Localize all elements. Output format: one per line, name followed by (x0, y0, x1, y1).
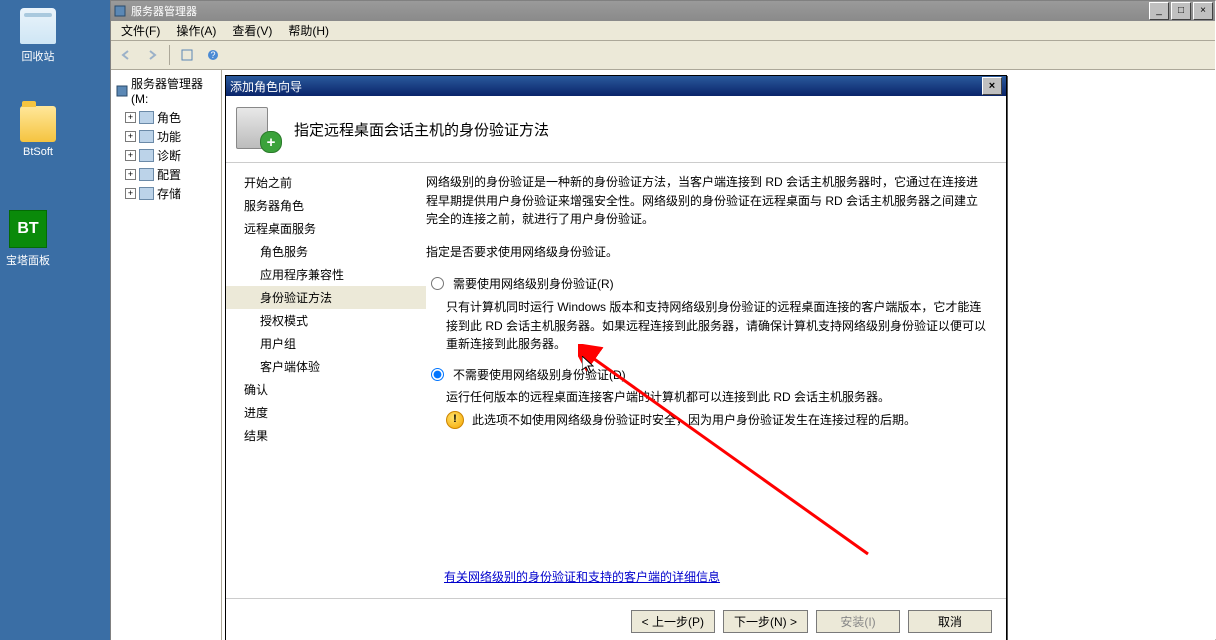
radio-require-nla[interactable] (431, 277, 444, 290)
expand-icon[interactable]: + (125, 131, 136, 142)
folder-icon (20, 106, 56, 142)
server-manager-icon (113, 4, 127, 18)
desktop-icon-btsoft[interactable]: BtSoft (8, 106, 68, 158)
wizard-header-icon: + (236, 107, 280, 151)
nla-info-link[interactable]: 有关网络级别的身份验证和支持的客户端的详细信息 (444, 568, 720, 587)
tree-node-features[interactable]: +功能 (111, 127, 221, 146)
minimize-button[interactable]: _ (1149, 2, 1169, 20)
tree-node-storage[interactable]: +存储 (111, 184, 221, 203)
radio-require-nla-label[interactable]: 需要使用网络级别身份验证(R) (453, 275, 614, 294)
wizard-nav-rds[interactable]: 远程桌面服务 (226, 217, 426, 240)
btpanel-label: 宝塔面板 (0, 252, 58, 268)
node-icon (139, 187, 154, 200)
wizard-install-button: 安装(I) (816, 610, 900, 633)
wizard-cancel-button[interactable]: 取消 (908, 610, 992, 633)
wizard-nav-app-compat[interactable]: 应用程序兼容性 (226, 263, 426, 286)
wizard-nav-before[interactable]: 开始之前 (226, 171, 426, 194)
toolbar-refresh-button[interactable] (175, 43, 199, 67)
tree-root-label: 服务器管理器 (M: (131, 75, 217, 106)
warning-text: 此选项不如使用网络级身份验证时安全，因为用户身份验证发生在连接过程的后期。 (472, 411, 916, 430)
wizard-nav-result[interactable]: 结果 (226, 424, 426, 447)
server-icon (115, 84, 128, 98)
wizard-nav-progress[interactable]: 进度 (226, 401, 426, 424)
radio-no-nla-label[interactable]: 不需要使用网络级别身份验证(D) (453, 366, 626, 385)
tree-node-diagnostics[interactable]: +诊断 (111, 146, 221, 165)
toolbar: ? (111, 41, 1215, 70)
node-icon (139, 130, 154, 143)
menu-view[interactable]: 查看(V) (224, 20, 280, 41)
menu-file[interactable]: 文件(F) (113, 20, 168, 41)
toolbar-back-button[interactable] (114, 43, 138, 67)
recycle-bin-icon (20, 8, 56, 44)
expand-icon[interactable]: + (125, 169, 136, 180)
node-icon (139, 111, 154, 124)
wizard-specify-text: 指定是否要求使用网络级身份验证。 (426, 243, 988, 262)
wizard-nav-client-exp[interactable]: 客户端体验 (226, 355, 426, 378)
maximize-button[interactable]: □ (1171, 2, 1191, 20)
wizard-content: 网络级别的身份验证是一种新的身份验证方法，当客户端连接到 RD 会话主机服务器时… (426, 163, 1006, 598)
tree-node-config[interactable]: +配置 (111, 165, 221, 184)
wizard-nav-roles[interactable]: 服务器角色 (226, 194, 426, 217)
wizard-nav-role-services[interactable]: 角色服务 (226, 240, 426, 263)
server-manager-title: 服务器管理器 (131, 3, 197, 19)
toolbar-forward-button[interactable] (140, 43, 164, 67)
wizard-intro-text: 网络级别的身份验证是一种新的身份验证方法，当客户端连接到 RD 会话主机服务器时… (426, 173, 988, 229)
wizard-next-button[interactable]: 下一步(N) > (723, 610, 808, 633)
wizard-close-button[interactable]: × (982, 77, 1002, 95)
server-manager-titlebar[interactable]: 服务器管理器 _ □ × (111, 1, 1215, 21)
wizard-heading: 指定远程桌面会话主机的身份验证方法 (294, 119, 549, 140)
svg-text:?: ? (210, 50, 215, 60)
wizard-nav: 开始之前 服务器角色 远程桌面服务 角色服务 应用程序兼容性 身份验证方法 授权… (226, 163, 426, 598)
add-roles-wizard-dialog: 添加角色向导 × + 指定远程桌面会话主机的身份验证方法 开始之前 服务器角色 … (225, 75, 1007, 640)
btsoft-label: BtSoft (8, 146, 68, 158)
radio-no-nla-desc: 运行任何版本的远程桌面连接客户端的计算机都可以连接到此 RD 会话主机服务器。 (446, 388, 988, 407)
tree-root[interactable]: 服务器管理器 (M: (111, 73, 221, 108)
toolbar-help-button[interactable]: ? (201, 43, 225, 67)
wizard-header: + 指定远程桌面会话主机的身份验证方法 (226, 96, 1006, 163)
wizard-nav-confirm[interactable]: 确认 (226, 378, 426, 401)
close-button[interactable]: × (1193, 2, 1213, 20)
radio-require-nla-desc: 只有计算机同时运行 Windows 版本和支持网络级别身份验证的远程桌面连接的客… (446, 298, 988, 354)
expand-icon[interactable]: + (125, 188, 136, 199)
wizard-prev-button[interactable]: < 上一步(P) (631, 610, 715, 633)
navigation-tree[interactable]: 服务器管理器 (M: +角色 +功能 +诊断 +配置 +存储 (111, 70, 222, 640)
desktop-icon-recycle-bin[interactable]: 回收站 (8, 8, 68, 64)
wizard-nav-auth-method[interactable]: 身份验证方法 (226, 286, 426, 309)
warning-icon: ! (446, 411, 464, 429)
toolbar-separator (169, 45, 170, 65)
wizard-footer: < 上一步(P) 下一步(N) > 安装(I) 取消 (226, 598, 1006, 640)
wizard-nav-user-groups[interactable]: 用户组 (226, 332, 426, 355)
expand-icon[interactable]: + (125, 112, 136, 123)
node-icon (139, 168, 154, 181)
menu-help[interactable]: 帮助(H) (280, 20, 337, 41)
menu-action[interactable]: 操作(A) (168, 20, 224, 41)
wizard-title: 添加角色向导 (230, 78, 302, 95)
bt-panel-icon: BT (9, 210, 47, 248)
desktop-icon-btpanel[interactable]: BT 宝塔面板 (0, 210, 58, 268)
wizard-nav-license-mode[interactable]: 授权模式 (226, 309, 426, 332)
wizard-titlebar[interactable]: 添加角色向导 × (226, 76, 1006, 96)
expand-icon[interactable]: + (125, 150, 136, 161)
recycle-bin-label: 回收站 (8, 48, 68, 64)
tree-node-roles[interactable]: +角色 (111, 108, 221, 127)
menu-bar: 文件(F) 操作(A) 查看(V) 帮助(H) (111, 21, 1215, 41)
radio-no-nla[interactable] (431, 368, 444, 381)
node-icon (139, 149, 154, 162)
